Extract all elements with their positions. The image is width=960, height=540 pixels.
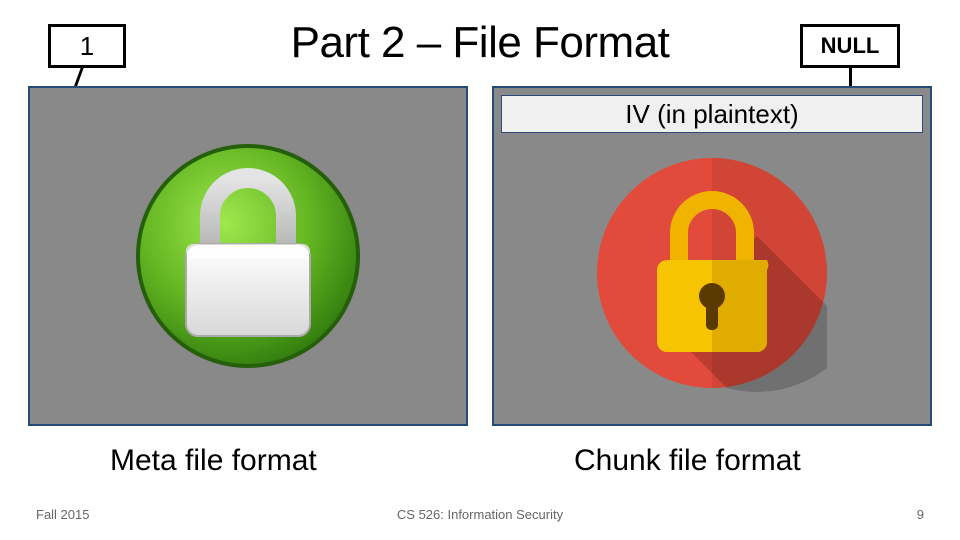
iv-label: IV (in plaintext) [625,99,798,130]
footer-term: Fall 2015 [36,507,89,522]
iv-bar: IV (in plaintext) [501,95,923,133]
green-lock-icon [128,136,368,376]
box-null: NULL [800,24,900,68]
meta-panel [28,86,468,426]
footer-course: CS 526: Information Security [397,507,563,522]
footer-page: 9 [917,507,924,522]
caption-meta: Meta file format [110,444,317,478]
caption-chunk: Chunk file format [574,444,801,478]
box-one: 1 [48,24,126,68]
box-null-label: NULL [821,33,880,59]
red-lock-icon [587,148,837,398]
connector-left [73,68,83,88]
slide-title: Part 2 – File Format [291,18,670,68]
box-one-label: 1 [80,31,94,62]
chunk-panel: IV (in plaintext) [492,86,932,426]
